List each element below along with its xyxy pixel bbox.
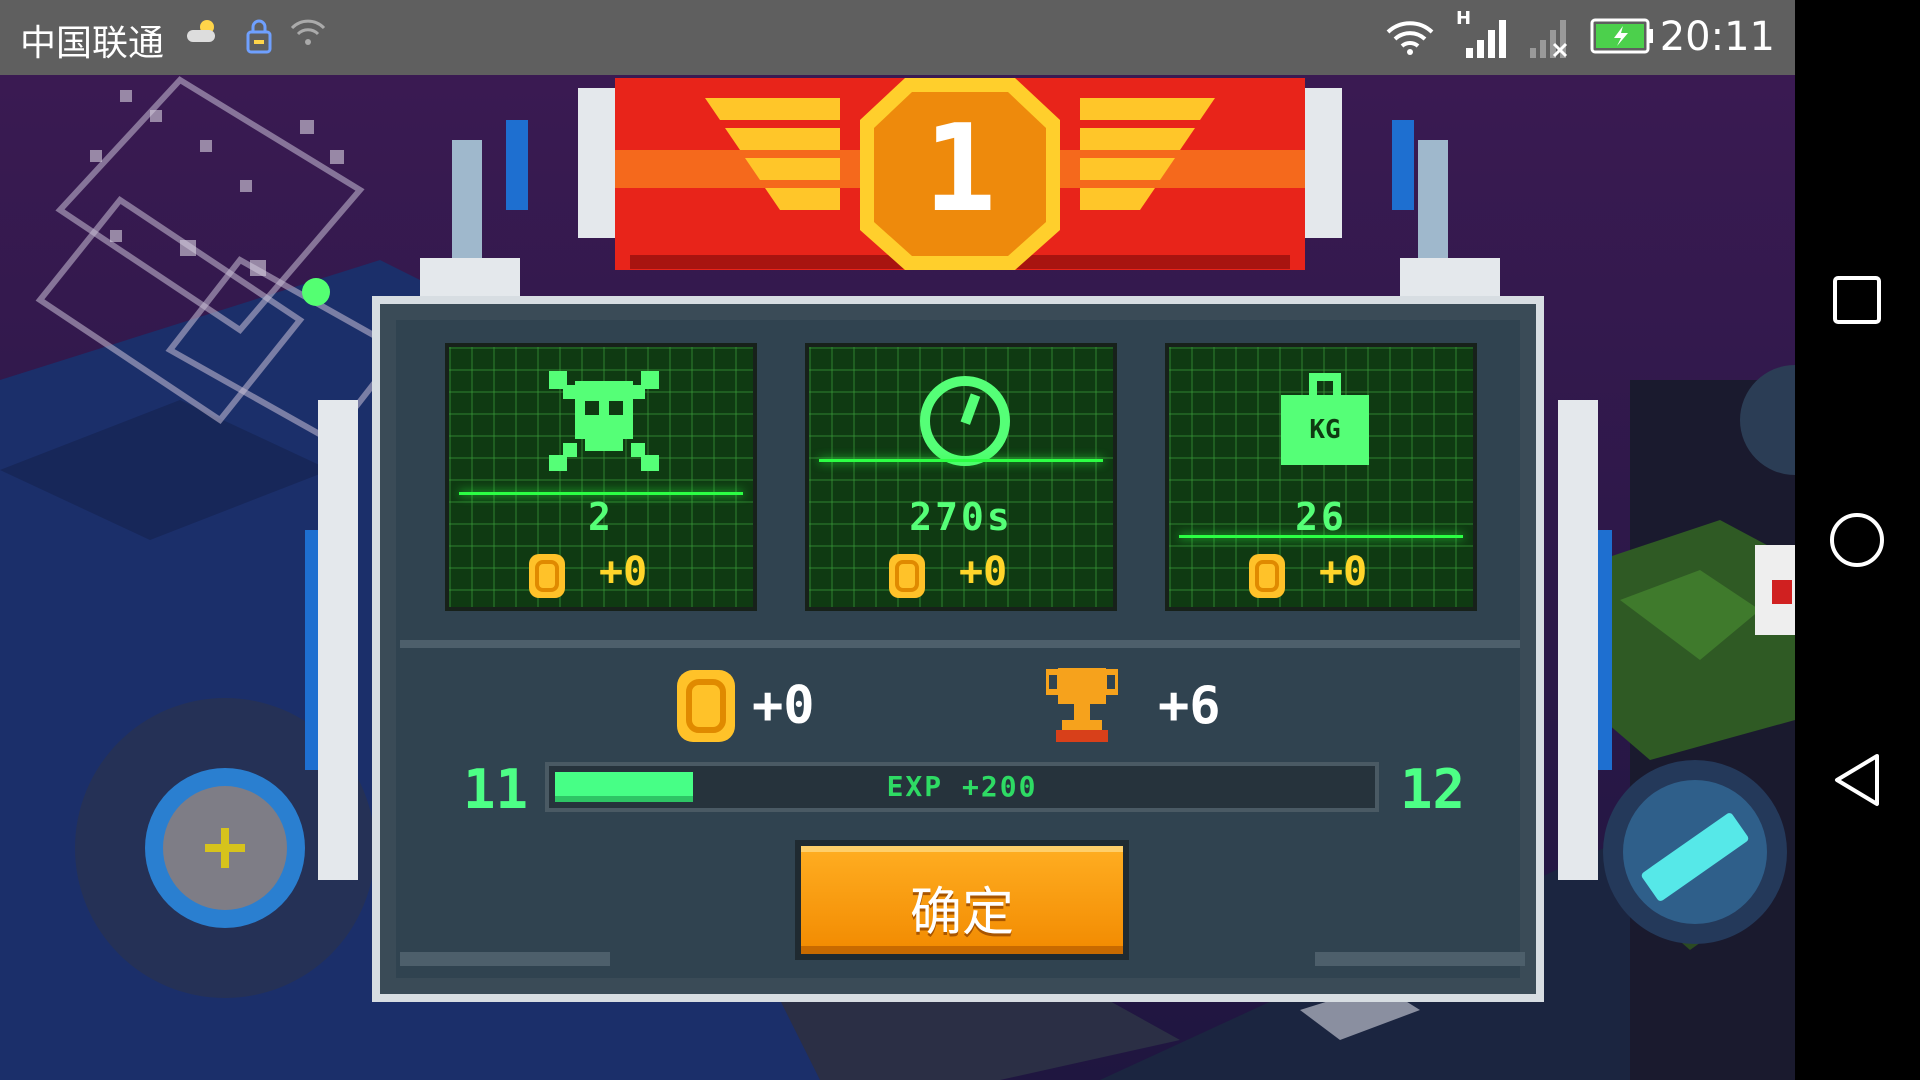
weight-value: 26 xyxy=(1295,495,1347,539)
wifi-question-icon xyxy=(290,19,326,45)
stat-card-kills: 2 +0 xyxy=(445,343,757,611)
recents-button[interactable] xyxy=(1827,270,1887,330)
exp-progress-bar: EXP +200 xyxy=(545,762,1379,812)
stat-card-weight: KG 26 +0 xyxy=(1165,343,1477,611)
wifi-icon xyxy=(1386,21,1434,55)
battery-charging-icon xyxy=(1590,18,1653,54)
kills-value: 2 xyxy=(588,495,614,539)
coin-icon xyxy=(529,554,565,598)
exp-label: EXP +200 xyxy=(886,770,1038,803)
panel-footer-bar xyxy=(1315,952,1525,966)
panel-footer-bar xyxy=(400,952,610,966)
weight-kg-icon: KG xyxy=(1281,373,1369,465)
reward-trophies: +6 xyxy=(1158,676,1221,736)
coin-icon xyxy=(677,670,735,742)
signal-icon xyxy=(1466,20,1506,58)
reward-coins: +0 xyxy=(752,676,815,736)
card-divider xyxy=(819,459,1103,462)
time-coin-bonus: +0 xyxy=(959,549,1008,595)
next-level: 12 xyxy=(1400,758,1466,821)
weight-coin-bonus: +0 xyxy=(1319,549,1368,595)
home-button[interactable] xyxy=(1827,510,1887,570)
stat-card-time: 270s +0 xyxy=(805,343,1117,611)
vpn-lock-icon xyxy=(246,19,272,54)
clock-icon xyxy=(920,376,1010,466)
confirm-button-label: 确定 xyxy=(909,883,1014,943)
confirm-button[interactable]: 确定 xyxy=(795,840,1129,960)
rank-number: 1 xyxy=(923,100,997,239)
back-button[interactable] xyxy=(1827,750,1887,810)
carrier-name: 中国联通 xyxy=(20,23,165,64)
coin-icon xyxy=(889,554,925,598)
status-bar: 中国联通 H 20:11 xyxy=(0,0,1795,75)
kills-coin-bonus: +0 xyxy=(599,549,648,595)
panel-divider xyxy=(400,640,1520,648)
clock: 20:11 xyxy=(1659,14,1775,60)
signal-no-sim-icon xyxy=(1530,20,1568,58)
coin-icon xyxy=(1249,554,1285,598)
navigation-bar xyxy=(1795,0,1920,1080)
time-value: 270s xyxy=(909,495,1013,539)
weather-icon xyxy=(187,20,215,42)
skull-crossbones-icon xyxy=(549,371,659,471)
current-level: 11 xyxy=(463,758,529,821)
trophy-icon xyxy=(1046,668,1118,742)
